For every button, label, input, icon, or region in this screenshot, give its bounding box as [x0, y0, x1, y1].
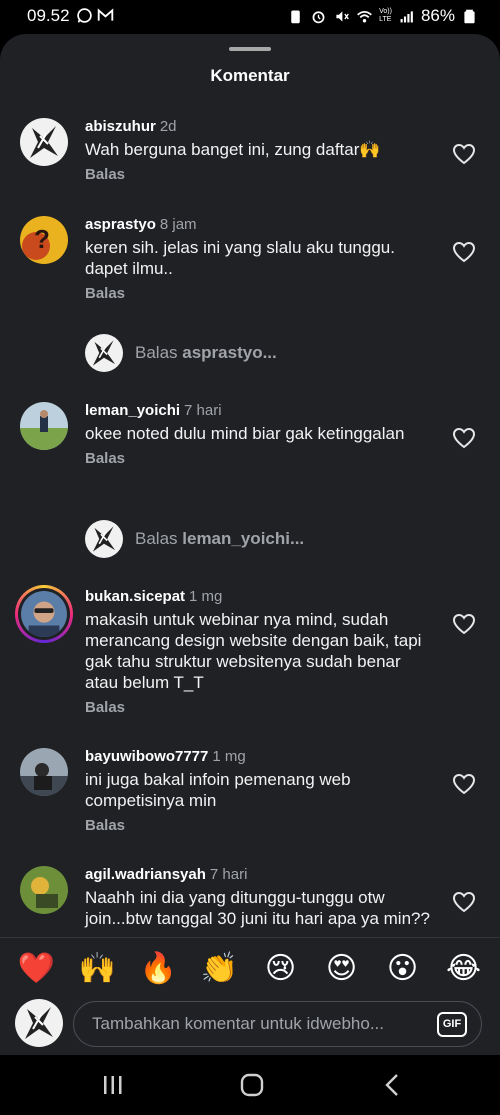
avatar[interactable] — [20, 118, 68, 166]
reply-input-row[interactable]: Balas asprastyo... — [85, 334, 277, 372]
emoji-crying[interactable]: 😢 — [259, 951, 303, 986]
reply-prefix: Balas — [135, 343, 178, 362]
heart-icon[interactable] — [452, 891, 476, 913]
heart-icon[interactable] — [452, 143, 476, 165]
signal-icon — [400, 10, 413, 22]
sheet-title: Komentar — [210, 66, 290, 85]
comment-username[interactable]: agil.wadriansyah — [85, 866, 206, 883]
reply-prefix: Balas — [135, 529, 178, 548]
home-icon[interactable] — [237, 1071, 267, 1099]
comment-text: makasih untuk webinar nya mind, sudah me… — [85, 610, 422, 692]
comment-username[interactable]: bukan.sicepat — [85, 588, 185, 605]
svg-text:?: ? — [34, 224, 50, 254]
avatar[interactable]: ? — [20, 216, 68, 264]
emoji-quick-bar: ❤️ 🙌 🔥 👏 😢 😍 😮 😂 — [0, 946, 500, 990]
comment-input[interactable] — [92, 1002, 422, 1046]
battery-icon — [464, 9, 475, 23]
heart-icon[interactable] — [452, 427, 476, 449]
network-type: Vo)) LTE — [379, 8, 392, 23]
comment-username[interactable]: leman_yoichi — [85, 402, 180, 419]
mute-icon — [336, 10, 349, 22]
heart-icon[interactable] — [452, 773, 476, 795]
whatsapp-icon — [77, 8, 92, 23]
gmail-icon — [97, 8, 114, 21]
emoji-raised-hands[interactable]: 🙌 — [76, 951, 120, 986]
comment-username[interactable]: bayuwibowo7777 — [85, 748, 208, 765]
reply-button[interactable]: Balas — [85, 285, 435, 302]
emoji-laughing[interactable]: 😂 — [442, 951, 486, 986]
comment-text: Wah berguna banget ini, zung daftar🙌 — [85, 140, 381, 159]
comment-time: 2d — [159, 118, 177, 135]
comment-text: ini juga bakal infoin pemenang web compe… — [85, 770, 351, 810]
reply-button[interactable]: Balas — [85, 450, 435, 467]
emoji-clap[interactable]: 👏 — [198, 951, 242, 986]
reply-button[interactable]: Balas — [85, 817, 435, 834]
back-icon[interactable] — [378, 1071, 408, 1099]
emoji-surprised[interactable]: 😮 — [381, 951, 425, 986]
emoji-heart-eyes[interactable]: 😍 — [320, 951, 364, 986]
avatar[interactable] — [20, 402, 68, 450]
battery-percent: 86% — [420, 6, 455, 25]
comment-list[interactable]: abiszuhur 2d Wah berguna banget ini, zung… — [0, 106, 500, 938]
emoji-heart[interactable]: ❤️ — [15, 951, 59, 986]
avatar-story-ring[interactable] — [15, 585, 73, 643]
comment-username[interactable]: asprastyo — [85, 216, 156, 233]
comment-time: 8 jam — [159, 216, 197, 233]
comment-time: 1 mg — [212, 748, 246, 765]
reply-button[interactable]: Balas — [85, 166, 435, 183]
comment-text: okee noted dulu mind biar gak ketinggala… — [85, 424, 405, 443]
comments-sheet: Komentar abiszuhur 2d Wah berguna banget … — [0, 34, 500, 1055]
comment-text: Naahh ini dia yang ditunggu-tunggu otw j… — [85, 888, 430, 928]
comment-text: keren sih. jelas ini yang slalu aku tung… — [85, 238, 395, 278]
comment-input-box: GIF — [73, 1001, 482, 1047]
comment-time: 1 mg — [189, 588, 223, 605]
recent-apps-icon[interactable] — [98, 1071, 128, 1099]
comment-username[interactable]: abiszuhur — [85, 118, 156, 135]
status-bar: 09.52 Vo)) LTE 86% — [0, 0, 500, 34]
divider — [0, 937, 500, 938]
status-time: 09.52 — [27, 6, 70, 25]
avatar[interactable] — [20, 748, 68, 796]
avatar — [85, 334, 123, 372]
my-avatar — [15, 999, 63, 1047]
drag-handle[interactable] — [229, 47, 271, 51]
reply-user: asprastyo... — [182, 343, 277, 362]
comment-time: 7 hari — [184, 402, 222, 419]
avatar — [85, 520, 123, 558]
heart-icon[interactable] — [452, 241, 476, 263]
comment-composer: GIF — [0, 997, 500, 1053]
gif-button[interactable]: GIF — [437, 1012, 467, 1037]
alarm-icon — [312, 10, 325, 23]
comment-time: 7 hari — [209, 866, 248, 883]
system-nav-bar — [0, 1055, 500, 1115]
battery-saver-icon — [291, 10, 300, 23]
avatar[interactable] — [20, 866, 68, 914]
heart-icon[interactable] — [452, 613, 476, 635]
emoji-fire[interactable]: 🔥 — [137, 951, 181, 986]
reply-button[interactable]: Balas — [85, 699, 435, 716]
reply-input-row[interactable]: Balas leman_yoichi... — [85, 520, 304, 558]
wifi-icon — [357, 10, 372, 22]
reply-user: leman_yoichi... — [182, 529, 305, 548]
